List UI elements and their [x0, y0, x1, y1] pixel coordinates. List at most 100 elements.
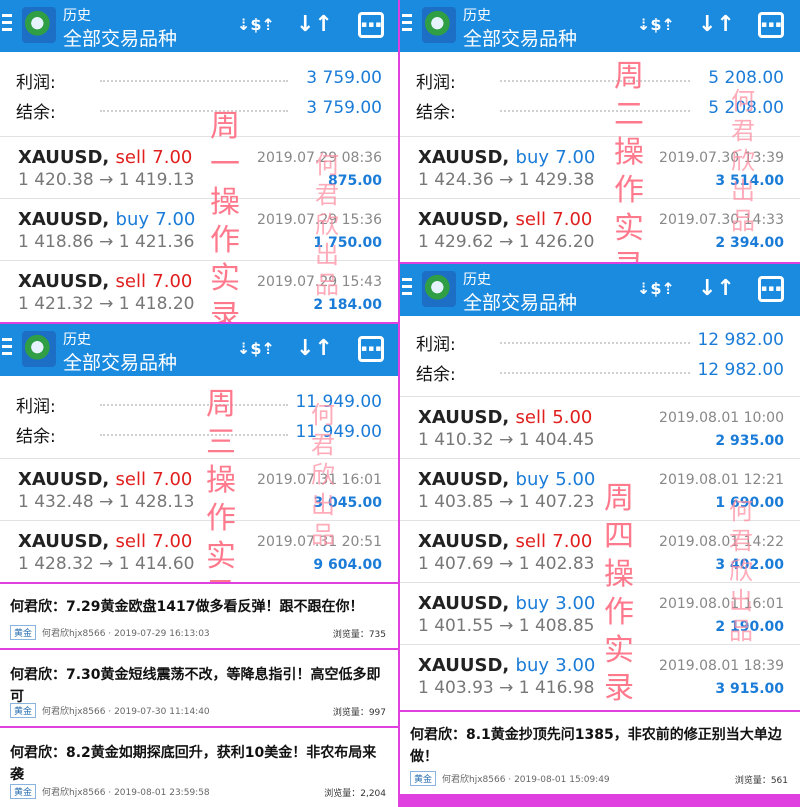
open-price: 1 421.32	[18, 294, 94, 314]
calendar-icon[interactable]: ▪▪▪	[758, 12, 784, 38]
balance-label: 结余:	[416, 103, 456, 123]
trade-side: sell	[515, 531, 546, 552]
open-price: 1 407.69	[418, 554, 494, 574]
article-card[interactable]: 何君欣：7.30黄金短线震荡不改，等降息指引！高空低多即可 黄金 何君欣hjx85…	[0, 652, 398, 728]
header-subtitle: 历史	[63, 332, 91, 348]
currency-icon[interactable]: ⇣$⇡	[236, 10, 276, 40]
article-author: 何君欣hjx8566 ·	[42, 629, 112, 639]
watermark-author: 何君欣出品	[315, 151, 339, 299]
article-tag[interactable]: 黄金	[410, 771, 437, 786]
open-price: 1 403.85	[418, 492, 494, 512]
trade-time: 2019.07.30 13:39	[659, 150, 784, 166]
article-views: 浏览量：561	[734, 776, 788, 786]
app-header: 历史 全部交易品种 ⇣$⇡ ↓↑ ▪▪▪	[400, 0, 800, 52]
profit-value: 5 208.00	[708, 68, 784, 88]
sort-icon[interactable]: ↓↑	[296, 334, 333, 364]
article-author: 何君欣hjx8566 ·	[442, 775, 512, 785]
trade-row[interactable]: XAUUSD, sell 7.00 1 432.48 → 1 428.13 20…	[0, 458, 398, 520]
sort-icon[interactable]: ↓↑	[698, 274, 735, 304]
trade-symbol: XAUUSD,	[418, 655, 510, 676]
article-tag[interactable]: 黄金	[10, 784, 37, 799]
article-title[interactable]: 何君欣：8.1黄金抄顶先问1385，非农前的修正别当大单边做！	[410, 724, 790, 768]
watermark-day: 周三操作实录	[206, 387, 236, 582]
arrow-icon: →	[499, 232, 514, 252]
menu-icon[interactable]	[2, 338, 12, 360]
trade-lots: 5.00	[555, 469, 596, 490]
trade-side: sell	[515, 209, 546, 230]
history-panel-tuesday: 历史 全部交易品种 ⇣$⇡ ↓↑ ▪▪▪ 利润: 5 208.00 结余: 5 …	[400, 0, 800, 262]
trade-side: sell	[115, 469, 146, 490]
header-title[interactable]: 全部交易品种	[463, 288, 577, 315]
trade-side: buy	[115, 209, 150, 230]
article-date: 2019-07-29 16:13:03	[114, 629, 210, 639]
watermark-author: 何君欣出品	[729, 497, 753, 645]
article-views: 浏览量：997	[332, 708, 386, 718]
article-title[interactable]: 何君欣：7.29黄金欧盘1417做多看反弹！跟不跟在你！	[10, 596, 388, 618]
close-price: 1 408.85	[518, 616, 595, 636]
trade-time: 2019.08.01 10:00	[659, 410, 784, 426]
header-title[interactable]: 全部交易品种	[63, 24, 177, 51]
trade-lots: 7.00	[152, 469, 193, 490]
app-header: 历史 全部交易品种 ⇣$⇡ ↓↑ ▪▪▪	[0, 324, 398, 376]
article-date: 2019-07-30 11:14:40	[114, 707, 210, 717]
arrow-icon: →	[499, 170, 514, 190]
close-price: 1 426.20	[518, 232, 595, 252]
open-price: 1 403.93	[418, 678, 494, 698]
trade-row[interactable]: XAUUSD, sell 5.00 1 410.32 → 1 404.45 20…	[400, 396, 800, 458]
menu-icon[interactable]	[2, 14, 12, 36]
tile-divider	[398, 0, 400, 807]
calendar-icon[interactable]: ▪▪▪	[758, 276, 784, 302]
sort-icon[interactable]: ↓↑	[698, 10, 735, 40]
trade-lots: 7.00	[152, 147, 193, 168]
trade-row[interactable]: XAUUSD, buy 3.00 1 403.93 → 1 416.98 201…	[400, 644, 800, 706]
trade-lots: 3.00	[555, 655, 596, 676]
history-panel-wednesday: 历史 全部交易品种 ⇣$⇡ ↓↑ ▪▪▪ 利润: 11 949.00 结余: 1…	[0, 324, 398, 582]
trade-lots: 7.00	[152, 271, 193, 292]
trade-side: sell	[115, 531, 146, 552]
menu-icon[interactable]	[402, 14, 412, 36]
menu-icon[interactable]	[402, 278, 412, 300]
trade-side: buy	[515, 147, 550, 168]
trade-side: buy	[515, 469, 550, 490]
open-price: 1 428.32	[18, 554, 94, 574]
trade-row[interactable]: XAUUSD, sell 7.00 1 428.32 → 1 414.60 20…	[0, 520, 398, 582]
watermark-day: 周一操作实录	[210, 109, 240, 322]
open-price: 1 429.62	[418, 232, 494, 252]
trade-lots: 7.00	[552, 531, 593, 552]
open-price: 1 420.38	[18, 170, 94, 190]
trade-side: buy	[515, 593, 550, 614]
article-title[interactable]: 何君欣：8.2黄金如期探底回升，获利10美金！非农布局来袭	[10, 742, 388, 786]
watermark-day: 周四操作实录	[604, 481, 634, 706]
header-title[interactable]: 全部交易品种	[63, 348, 177, 375]
balance-label: 结余:	[416, 365, 456, 385]
arrow-icon: →	[499, 492, 514, 512]
article-tag[interactable]: 黄金	[10, 625, 37, 640]
article-card[interactable]: 何君欣：7.29黄金欧盘1417做多看反弹！跟不跟在你！ 黄金 何君欣hjx856…	[0, 584, 398, 650]
header-title[interactable]: 全部交易品种	[463, 24, 577, 51]
article-tag[interactable]: 黄金	[10, 703, 37, 718]
arrow-icon: →	[499, 430, 514, 450]
trade-time: 2019.08.01 14:22	[659, 534, 784, 550]
header-subtitle: 历史	[463, 8, 491, 24]
currency-icon[interactable]: ⇣$⇡	[636, 274, 676, 304]
currency-icon[interactable]: ⇣$⇡	[636, 10, 676, 40]
trade-symbol: XAUUSD,	[18, 209, 110, 230]
open-price: 1 432.48	[18, 492, 94, 512]
history-panel-thursday: 历史 全部交易品种 ⇣$⇡ ↓↑ ▪▪▪ 利润: 12 982.00 结余: 1…	[400, 264, 800, 710]
balance-row: 结余: 3 759.00	[0, 94, 398, 124]
currency-icon[interactable]: ⇣$⇡	[236, 334, 276, 364]
calendar-icon[interactable]: ▪▪▪	[358, 12, 384, 38]
article-card[interactable]: 何君欣：8.1黄金抄顶先问1385，非农前的修正别当大单边做！ 黄金 何君欣hjx…	[400, 712, 800, 794]
close-price: 1 404.45	[518, 430, 595, 450]
trade-profit: 2 394.00	[715, 235, 784, 251]
article-title[interactable]: 何君欣：7.30黄金短线震荡不改，等降息指引！高空低多即可	[10, 664, 388, 708]
trade-time: 2019.07.30 14:33	[659, 212, 784, 228]
trade-side: buy	[515, 655, 550, 676]
balance-row: 结余: 11 949.00	[0, 418, 398, 448]
open-price: 1 424.36	[418, 170, 494, 190]
article-card[interactable]: 何君欣：8.2黄金如期探底回升，获利10美金！非农布局来袭 黄金 何君欣hjx85…	[0, 730, 398, 807]
balance-value: 3 759.00	[306, 98, 382, 118]
sort-icon[interactable]: ↓↑	[296, 10, 333, 40]
tile-divider	[400, 794, 800, 807]
calendar-icon[interactable]: ▪▪▪	[358, 336, 384, 362]
